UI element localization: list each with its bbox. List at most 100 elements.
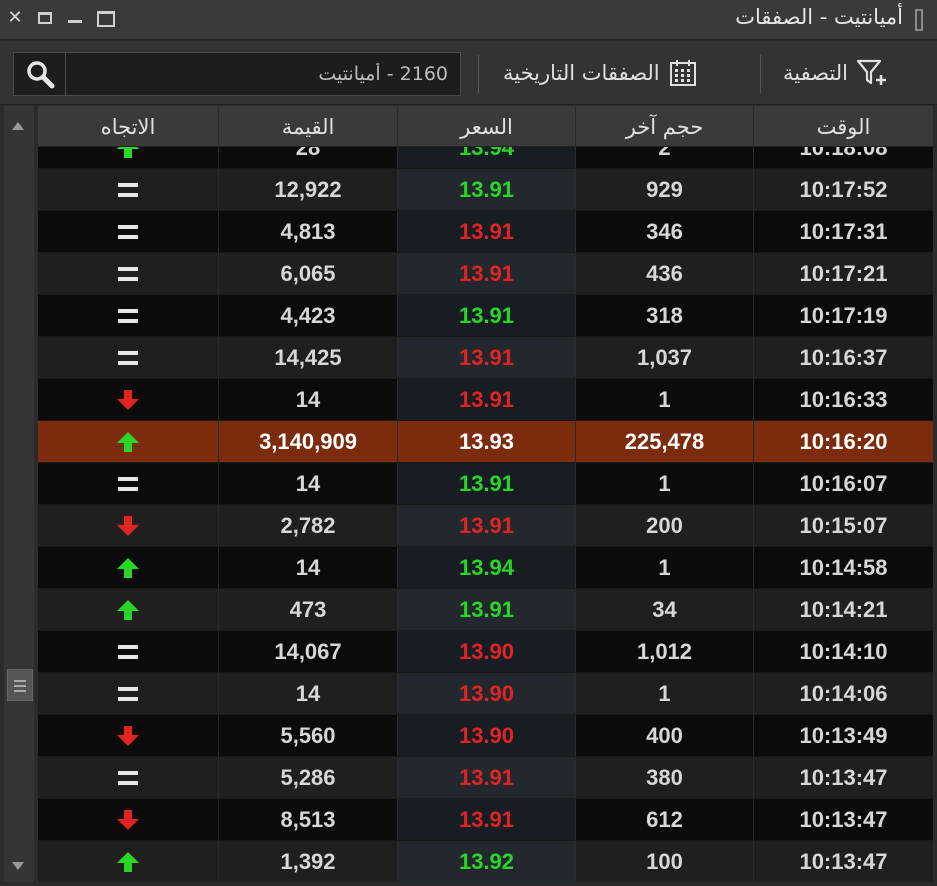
price-cell: 13.91 [398,169,576,210]
table-row[interactable]: 14,425 13.91 1,037 10:16:37 [38,337,933,379]
column-header-time[interactable]: الوقت [754,106,933,147]
table-row[interactable]: 14 13.94 1 10:14:58 [38,547,933,589]
table-row[interactable]: 473 13.91 34 10:14:21 [38,589,933,631]
direction-cell [38,421,219,462]
value-cell: 2,782 [219,505,398,546]
historical-trades-button[interactable]: الصفقات التاريخية [503,53,698,93]
price-cell: 13.91 [398,799,576,840]
volume-cell: 436 [576,253,754,294]
equal-icon [118,350,138,365]
value-cell: 14 [219,673,398,714]
arrow-down-icon [117,809,139,830]
value-cell: 5,286 [219,757,398,798]
vertical-scrollbar[interactable] [4,106,34,882]
value-cell: 14 [219,547,398,588]
scroll-up-arrow-icon[interactable] [12,122,24,130]
equal-icon [118,770,138,785]
table-row[interactable]: 4,813 13.91 346 10:17:31 [38,211,933,253]
time-cell: 10:14:58 [799,554,888,580]
table-row[interactable]: 2,782 13.91 200 10:15:07 [38,505,933,547]
table-row[interactable]: 6,065 13.91 436 10:17:21 [38,253,933,295]
table-row[interactable]: 1,392 13.92 100 10:13:47 [38,841,933,882]
direction-cell [38,799,219,840]
value-cell: 6,065 [219,253,398,294]
volume-cell: 318 [576,295,754,336]
column-header-price[interactable]: السعر [398,106,576,147]
table-row[interactable]: 3,140,909 13.93 225,478 10:16:20 [38,421,933,463]
equal-icon [118,224,138,239]
value-cell: 14,067 [219,631,398,672]
price-cell: 13.90 [398,715,576,756]
equal-icon [118,308,138,323]
time-cell: 10:17:21 [799,260,888,286]
table-row[interactable]: 8,513 13.91 612 10:13:47 [38,799,933,841]
price-cell: 13.91 [398,253,576,294]
equal-icon [118,182,138,197]
direction-cell [38,211,219,252]
equal-icon [118,644,138,659]
price-cell: 13.91 [398,211,576,252]
direction-cell [38,757,219,798]
price-cell: 13.91 [398,505,576,546]
direction-cell [38,253,219,294]
scroll-down-arrow-icon[interactable] [12,862,24,870]
column-header-value[interactable]: القيمة [219,106,398,147]
price-cell: 13.90 [398,673,576,714]
search-button[interactable] [14,53,66,95]
window-marker-icon [915,9,923,31]
trades-table: 28 13.94 2 10:18:08 12,922 13.91 929 10:17:52 4,… [38,106,933,882]
time-cell: 10:13:47 [799,848,888,874]
table-row[interactable]: 14 13.90 1 10:14:06 [38,673,933,715]
direction-cell [38,841,219,882]
table-row[interactable]: 5,286 13.91 380 10:13:47 [38,757,933,799]
filter-add-icon [856,59,886,85]
price-cell: 13.93 [398,421,576,462]
maximize-icon[interactable] [36,9,54,27]
column-header-direction[interactable]: الاتجاه [38,106,219,147]
direction-cell [38,547,219,588]
arrow-down-icon [117,389,139,410]
scrollbar-thumb[interactable] [7,669,33,701]
volume-cell: 1,012 [576,631,754,672]
direction-cell [38,463,219,504]
table-row[interactable]: 5,560 13.90 400 10:13:49 [38,715,933,757]
time-cell: 10:16:07 [799,470,888,496]
direction-cell [38,589,219,630]
volume-cell: 1,037 [576,337,754,378]
close-icon[interactable]: ✕ [6,9,24,27]
symbol-search-input[interactable] [66,53,460,95]
equal-icon [118,266,138,281]
value-cell: 12,922 [219,169,398,210]
calendar-icon [669,60,696,86]
value-cell: 5,560 [219,715,398,756]
direction-cell [38,715,219,756]
volume-cell: 1 [576,673,754,714]
toolbar-divider [760,55,761,93]
table-row[interactable]: 4,423 13.91 318 10:17:19 [38,295,933,337]
minimize-icon[interactable] [66,9,84,27]
value-cell: 14 [219,379,398,420]
arrow-up-icon [117,599,139,620]
arrow-down-icon [117,515,139,536]
price-cell: 13.90 [398,631,576,672]
time-cell: 10:13:47 [799,764,888,790]
time-cell: 10:16:37 [799,344,888,370]
time-cell: 10:17:19 [799,302,888,328]
direction-cell [38,505,219,546]
price-cell: 13.91 [398,589,576,630]
time-cell: 10:16:33 [799,386,888,412]
table-row[interactable]: 14 13.91 1 10:16:07 [38,463,933,505]
table-row[interactable]: 12,922 13.91 929 10:17:52 [38,169,933,211]
table-row[interactable]: 14,067 13.90 1,012 10:14:10 [38,631,933,673]
price-cell: 13.92 [398,841,576,882]
column-header-volume[interactable]: حجم آخر [576,106,754,147]
historical-trades-label: الصفقات التاريخية [503,61,660,85]
value-cell: 14 [219,463,398,504]
value-cell: 4,423 [219,295,398,336]
table-row[interactable]: 14 13.91 1 10:16:33 [38,379,933,421]
time-cell: 10:14:06 [799,680,888,706]
window-controls: ✕ [6,9,115,27]
float-icon[interactable] [96,9,115,27]
filter-button[interactable]: التصفية [783,53,888,93]
value-cell: 3,140,909 [219,421,398,462]
